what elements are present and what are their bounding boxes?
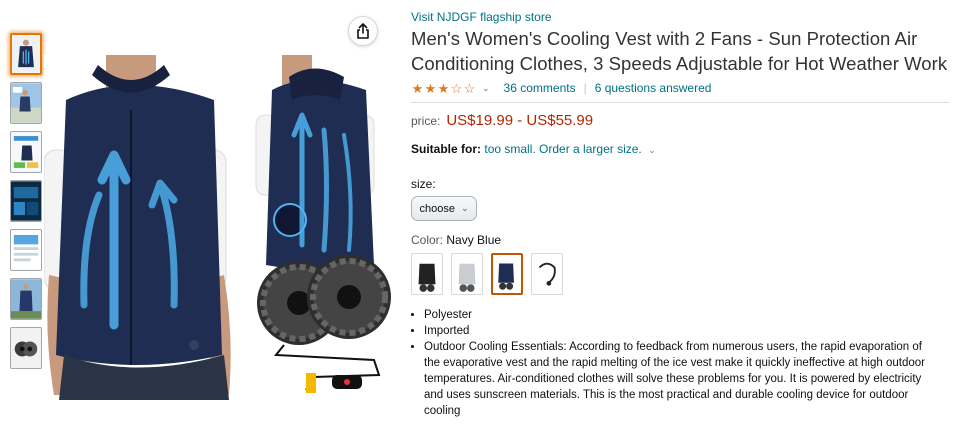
price-row: price: US$19.99 - US$55.99 bbox=[411, 112, 951, 129]
price-label: price: bbox=[411, 114, 441, 128]
swatch-navy-blue[interactable] bbox=[491, 253, 523, 295]
size-label: size: bbox=[411, 177, 436, 191]
color-swatches bbox=[411, 253, 951, 295]
swatch-gray[interactable] bbox=[451, 253, 483, 295]
size-dropdown-value: choose bbox=[419, 202, 455, 215]
star-rating[interactable]: ★ ★ ★ ☆ ☆ bbox=[411, 82, 476, 95]
thumbnail-7[interactable] bbox=[10, 327, 42, 369]
swatch-accessory[interactable] bbox=[531, 253, 563, 295]
star-empty-icon: ☆ bbox=[450, 80, 463, 96]
thumbnail-5[interactable] bbox=[10, 229, 42, 271]
product-info: Visit NJDGF flagship store Men's Women's… bbox=[411, 9, 951, 419]
chevron-down-icon[interactable]: ⌄ bbox=[648, 145, 656, 155]
chevron-down-icon: ⌄ bbox=[460, 203, 469, 213]
feature-bullets: Polyester Imported Outdoor Cooling Essen… bbox=[411, 307, 941, 419]
star-full-icon: ★ bbox=[424, 80, 437, 96]
questions-link[interactable]: 6 questions answered bbox=[595, 81, 712, 95]
star-full-icon: ★ bbox=[437, 80, 450, 96]
share-icon bbox=[357, 23, 369, 39]
size-dropdown[interactable]: choose ⌄ bbox=[411, 196, 477, 221]
store-link[interactable]: Visit NJDGF flagship store bbox=[411, 9, 951, 25]
thumbnail-3[interactable] bbox=[10, 131, 42, 173]
feature-bullet: Imported bbox=[424, 323, 941, 339]
rating-row: ★ ★ ★ ☆ ☆ ⌄ 36 comments | 6 questions an… bbox=[411, 80, 951, 96]
thumbnail-4[interactable] bbox=[10, 180, 42, 222]
thumbnail-1[interactable] bbox=[10, 33, 42, 75]
swatch-black[interactable] bbox=[411, 253, 443, 295]
thumbnail-6[interactable] bbox=[10, 278, 42, 320]
color-label-row: Color: Navy Blue bbox=[411, 233, 951, 247]
chevron-down-icon[interactable]: ⌄ bbox=[482, 83, 490, 94]
feature-bullet: Outdoor Cooling Essentials: According to… bbox=[424, 339, 941, 419]
thumbnail-2[interactable] bbox=[10, 82, 42, 124]
color-label: Color: bbox=[411, 233, 444, 247]
feature-bullet: Polyester bbox=[424, 307, 941, 323]
divider bbox=[411, 102, 949, 103]
main-product-image[interactable] bbox=[44, 55, 394, 400]
thumbnail-strip bbox=[10, 33, 44, 376]
star-full-icon: ★ bbox=[411, 80, 424, 96]
product-title: Men's Women's Cooling Vest with 2 Fans -… bbox=[411, 28, 948, 74]
share-button[interactable] bbox=[348, 16, 378, 46]
price-value: US$19.99 - US$55.99 bbox=[446, 112, 594, 129]
fit-label: Suitable for: bbox=[411, 142, 482, 156]
fit-value-link[interactable]: too small. Order a larger size. bbox=[484, 142, 641, 156]
fit-info: Suitable for: too small. Order a larger … bbox=[411, 142, 951, 156]
comments-link[interactable]: 36 comments bbox=[504, 81, 576, 95]
separator: | bbox=[583, 81, 587, 95]
color-value: Navy Blue bbox=[446, 233, 502, 247]
star-empty-icon: ☆ bbox=[463, 80, 476, 96]
